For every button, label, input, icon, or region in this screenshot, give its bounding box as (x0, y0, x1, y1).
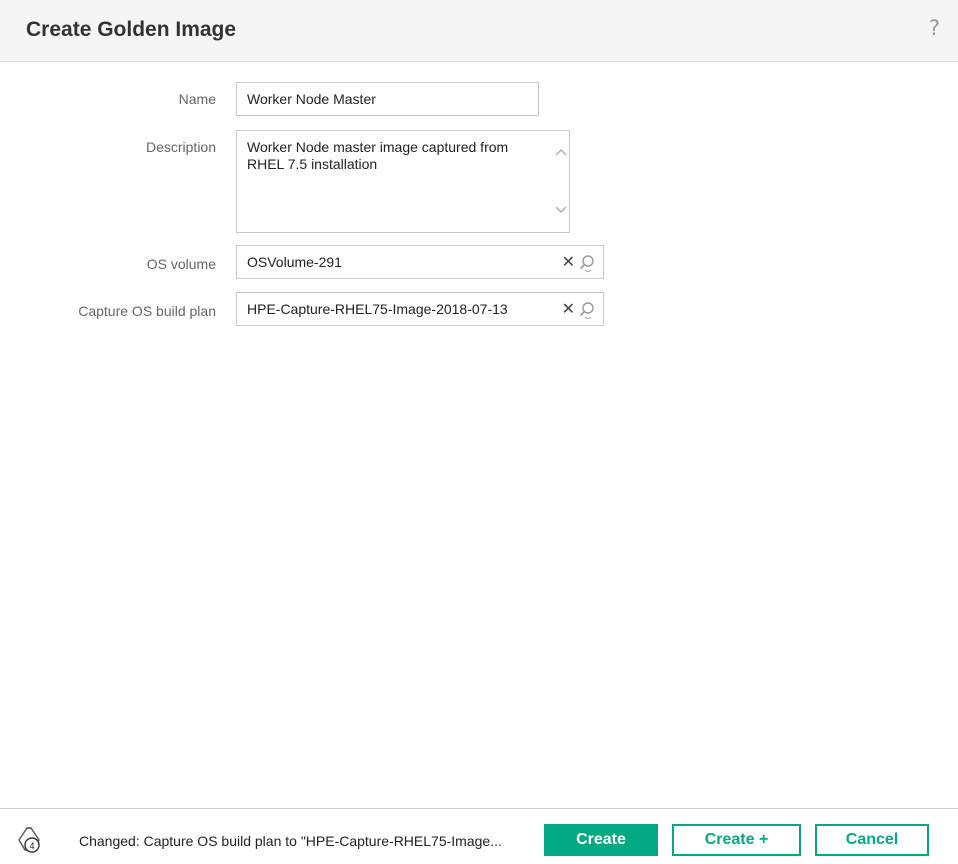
textarea-scrollbar[interactable] (551, 131, 569, 232)
change-count: 4 (29, 841, 34, 851)
search-icon[interactable] (579, 301, 595, 319)
dialog-header: Create Golden Image ? (0, 0, 958, 62)
scroll-down-icon[interactable] (555, 206, 567, 214)
build-plan-label: Capture OS build plan (78, 303, 216, 319)
os-volume-label: OS volume (146, 256, 216, 272)
description-textarea[interactable]: Worker Node master image captured from R… (236, 130, 570, 233)
build-plan-input[interactable]: HPE-Capture-RHEL75-Image-2018-07-13 ✕ (236, 292, 604, 326)
changes-notification-icon[interactable]: 4 (15, 825, 45, 855)
search-icon[interactable] (579, 254, 595, 272)
status-text: Changed: Capture OS build plan to "HPE-C… (79, 833, 502, 849)
description-textarea-value: Worker Node master image captured from R… (247, 139, 509, 172)
description-label: Description (145, 139, 216, 155)
name-input-value: Worker Node Master (247, 91, 376, 107)
create-button[interactable]: Create (544, 824, 658, 856)
name-input[interactable]: Worker Node Master (236, 82, 539, 116)
clear-icon[interactable]: ✕ (562, 253, 575, 271)
scroll-up-icon[interactable] (555, 148, 567, 156)
cancel-button[interactable]: Cancel (815, 824, 929, 856)
build-plan-value: HPE-Capture-RHEL75-Image-2018-07-13 (247, 301, 508, 317)
name-label: Name (178, 91, 216, 107)
dialog-footer: 4 Changed: Capture OS build plan to "HPE… (0, 808, 958, 864)
help-icon[interactable]: ? (929, 16, 940, 40)
clear-icon[interactable]: ✕ (562, 300, 575, 318)
os-volume-value: OSVolume-291 (247, 254, 342, 270)
create-plus-button[interactable]: Create + (672, 824, 801, 856)
page-title: Create Golden Image (26, 18, 237, 41)
os-volume-input[interactable]: OSVolume-291 ✕ (236, 245, 604, 279)
